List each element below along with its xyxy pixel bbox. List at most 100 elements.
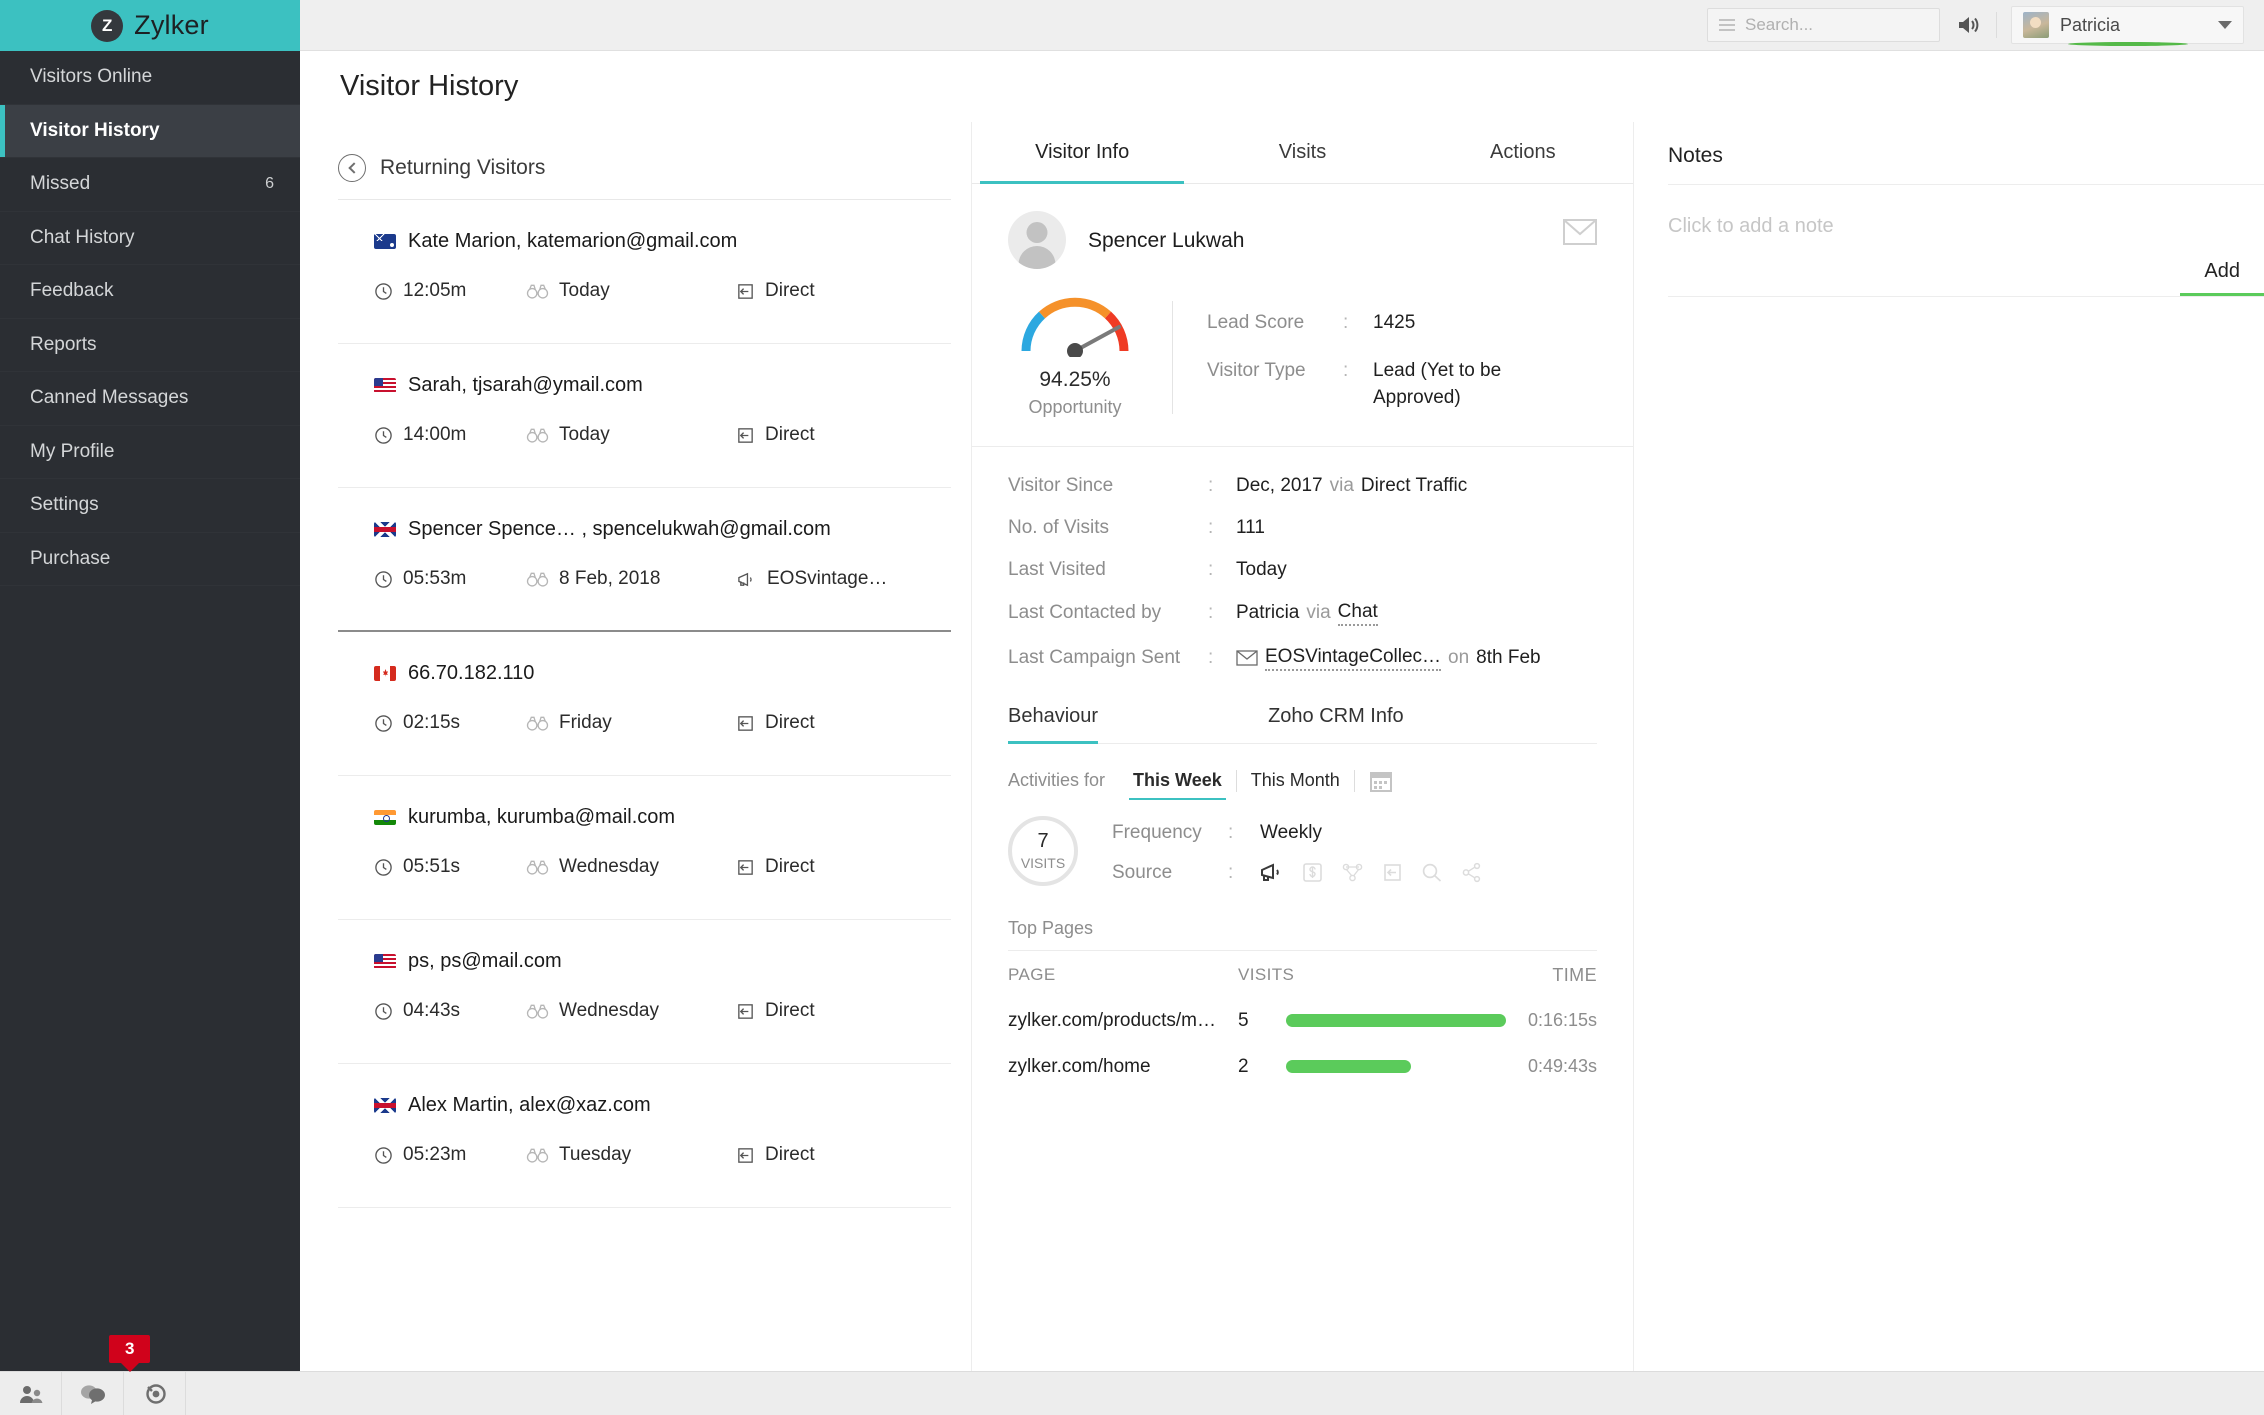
column-time: TIME bbox=[1552, 964, 1597, 985]
flag-icon bbox=[374, 810, 396, 825]
duration-field: 04:43s bbox=[374, 1000, 526, 1022]
alerts-button[interactable] bbox=[124, 1372, 186, 1415]
alerts-badge: 3 bbox=[109, 1335, 151, 1363]
list-item[interactable]: 66.70.182.110 02:15s Friday Direct bbox=[338, 632, 951, 776]
duration-value: 05:51s bbox=[403, 856, 461, 877]
gauge-label: Opportunity bbox=[1028, 397, 1122, 417]
field-separator: : bbox=[1208, 558, 1214, 580]
sidebar-item-purchase[interactable]: Purchase bbox=[0, 533, 300, 586]
sidebar-item-canned-messages[interactable]: Canned Messages bbox=[0, 372, 300, 426]
duration-value: 04:43s bbox=[403, 1000, 461, 1021]
direct-arrow-icon bbox=[738, 1003, 753, 1019]
visitor-name-row: Alex Martin, alex@xaz.com bbox=[374, 1094, 951, 1117]
sidebar-item-reports[interactable]: Reports bbox=[0, 319, 300, 372]
sidebar-item-chat-history[interactable]: Chat History bbox=[0, 212, 300, 265]
visits-count-value: 111 bbox=[1236, 516, 1265, 538]
sidebar-item-feedback[interactable]: Feedback bbox=[0, 265, 300, 319]
search-icon[interactable] bbox=[1421, 862, 1443, 883]
note-input[interactable]: Click to add a note bbox=[1634, 185, 2264, 238]
list-item[interactable]: Sarah, tjsarah@ymail.com 14:00m Today Di… bbox=[338, 344, 951, 488]
field-separator: : bbox=[1208, 602, 1214, 624]
visitor-name: Alex Martin, alex@xaz.com bbox=[408, 1094, 651, 1116]
search-box[interactable]: Search... bbox=[1707, 8, 1940, 42]
search-input[interactable]: Search... bbox=[1745, 15, 1813, 35]
sidebar-item-label: Feedback bbox=[30, 280, 114, 302]
field-label: Last Contacted by bbox=[1008, 602, 1162, 624]
notes-add-row: Add bbox=[1668, 238, 2264, 296]
last-visit-field: Wednesday bbox=[526, 1000, 736, 1022]
direct-arrow-icon[interactable] bbox=[1382, 862, 1403, 883]
last-contacted-agent: Patricia bbox=[1236, 602, 1300, 624]
table-row[interactable]: zylker.com/products/m… 5 0:16:15s bbox=[1008, 1010, 1597, 1032]
visitor-name: kurumba, kurumba@mail.com bbox=[408, 806, 676, 828]
user-menu[interactable]: Patricia bbox=[2011, 6, 2244, 44]
tab-visitor-info[interactable]: Visitor Info bbox=[972, 122, 1192, 184]
sidebar-item-my-profile[interactable]: My Profile bbox=[0, 426, 300, 479]
binoculars-icon bbox=[526, 572, 549, 587]
sidebar-item-visitors-online[interactable]: Visitors Online bbox=[0, 51, 300, 105]
visits-label: VISITS bbox=[1020, 854, 1066, 871]
field-separator: : bbox=[1208, 516, 1214, 538]
visitor-name-row: Sarah, tjsarah@ymail.com bbox=[374, 374, 951, 397]
list-item[interactable]: Spencer Spence… , spencelukwah@gmail.com… bbox=[338, 488, 951, 632]
field-separator: : bbox=[1343, 359, 1349, 381]
lead-score-row: Lead Score : 1425 bbox=[1207, 309, 1597, 337]
sidebar-item-missed[interactable]: Missed 6 bbox=[0, 158, 300, 212]
binoculars-icon bbox=[526, 1148, 549, 1163]
field-separator: : bbox=[1343, 312, 1349, 333]
bar-fill bbox=[1286, 1060, 1412, 1074]
list-item[interactable]: Alex Martin, alex@xaz.com 05:23m Tuesday… bbox=[338, 1064, 951, 1208]
sidebar-nav: Visitors Online Visitor History Missed 6… bbox=[0, 51, 300, 586]
sidebar-item-label: Reports bbox=[30, 333, 97, 355]
source-field: Direct bbox=[736, 712, 815, 734]
speaker-icon[interactable] bbox=[1954, 11, 1982, 39]
flag-icon bbox=[374, 954, 396, 969]
duration-field: 02:15s bbox=[374, 712, 526, 734]
people-button[interactable] bbox=[0, 1372, 62, 1415]
frequency-row: Frequency : Weekly bbox=[1112, 822, 1597, 844]
table-row[interactable]: zylker.com/home 2 0:49:43s bbox=[1008, 1056, 1597, 1078]
tab-visits[interactable]: Visits bbox=[1192, 122, 1412, 183]
last-visit-value: Today bbox=[559, 280, 610, 301]
share-icon[interactable] bbox=[1461, 862, 1483, 883]
top-bar: Search... Patricia bbox=[300, 0, 2264, 51]
list-item[interactable]: ps, ps@mail.com 04:43s Wednesday Direct bbox=[338, 920, 951, 1064]
toolbar-divider bbox=[1996, 12, 1997, 38]
filter-this-month[interactable]: This Month bbox=[1237, 768, 1354, 794]
filter-this-week[interactable]: This Week bbox=[1119, 768, 1236, 800]
dollar-icon[interactable] bbox=[1302, 862, 1323, 883]
direct-arrow-icon bbox=[738, 283, 753, 299]
source-value: Direct bbox=[765, 712, 815, 733]
envelope-icon[interactable] bbox=[1563, 219, 1597, 245]
subtab-zoho-crm-info[interactable]: Zoho CRM Info bbox=[1268, 691, 1404, 743]
duration-value: 02:15s bbox=[403, 712, 461, 733]
campaign-name[interactable]: EOSVintageCollec… bbox=[1265, 646, 1442, 671]
list-item[interactable]: kurumba, kurumba@mail.com 05:51s Wednesd… bbox=[338, 776, 951, 920]
social-network-icon[interactable] bbox=[1341, 862, 1364, 883]
add-note-button[interactable]: Add bbox=[2180, 260, 2264, 296]
source-field: Direct bbox=[736, 1144, 815, 1166]
chats-button[interactable] bbox=[62, 1372, 124, 1415]
tab-actions[interactable]: Actions bbox=[1413, 122, 1633, 183]
via-label: via bbox=[1306, 602, 1331, 624]
list-item[interactable]: Kate Marion, katemarion@gmail.com 12:05m… bbox=[338, 200, 951, 344]
flag-icon bbox=[374, 666, 396, 681]
calendar-icon[interactable] bbox=[1355, 769, 1393, 793]
sidebar-item-settings[interactable]: Settings bbox=[0, 479, 300, 533]
back-arrow-icon[interactable] bbox=[338, 154, 366, 182]
visitor-name-row: kurumba, kurumba@mail.com bbox=[374, 806, 951, 829]
page-bar bbox=[1286, 1060, 1506, 1074]
subtab-behaviour[interactable]: Behaviour bbox=[1008, 691, 1099, 744]
chevron-down-icon[interactable] bbox=[2218, 21, 2232, 29]
visitor-meta: 14:00m Today Direct bbox=[374, 424, 951, 446]
binoculars-icon bbox=[526, 860, 549, 875]
megaphone-icon[interactable] bbox=[1260, 862, 1284, 883]
hamburger-icon[interactable] bbox=[1719, 19, 1735, 31]
page-visits: 2 bbox=[1238, 1055, 1249, 1077]
sidebar-item-visitor-history[interactable]: Visitor History bbox=[0, 104, 300, 158]
last-visit-value: Wednesday bbox=[559, 1000, 659, 1021]
visitor-since-source: Direct Traffic bbox=[1360, 474, 1468, 496]
last-contacted-channel[interactable]: Chat bbox=[1337, 601, 1378, 626]
last-visit-field: Friday bbox=[526, 712, 736, 734]
campaign-date: 8th Feb bbox=[1476, 647, 1541, 669]
